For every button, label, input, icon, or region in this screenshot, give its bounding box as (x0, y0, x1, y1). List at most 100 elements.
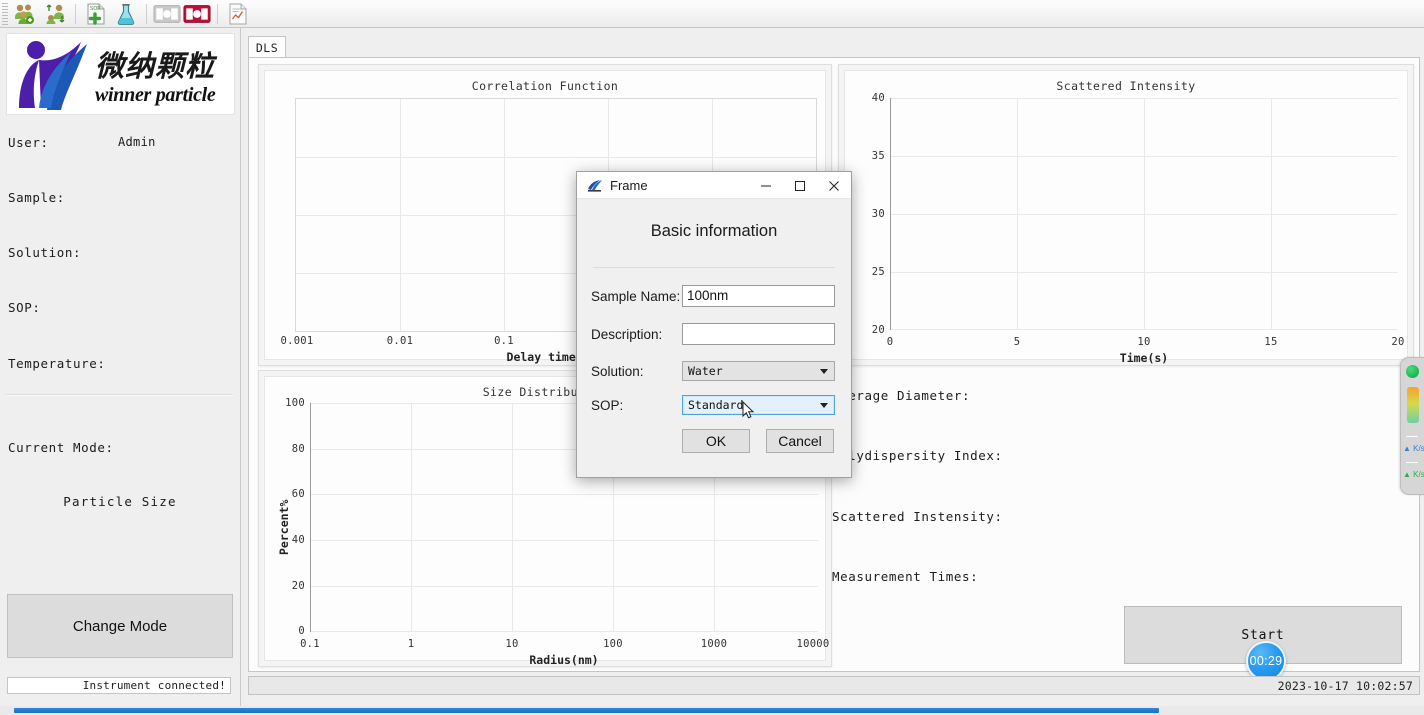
cancel-button-label: Cancel (778, 433, 822, 449)
xtick-correlation: 0.001 (280, 335, 313, 347)
ytick-scattered: 40 (859, 92, 885, 104)
tab-dls[interactable]: DLS (248, 36, 286, 58)
xtick-scattered: 15 (1264, 336, 1277, 348)
timer-badge: 00:29 (1246, 641, 1286, 681)
toolbar-separator (75, 4, 76, 24)
gridline-v (411, 403, 412, 632)
sample-name-input[interactable]: 100nm (682, 285, 835, 307)
close-icon[interactable] (817, 172, 851, 199)
upload-speed-label: K/s (1413, 444, 1424, 453)
ytick-size: 20 (275, 580, 305, 592)
change-mode-label: Change Mode (73, 618, 167, 635)
chart-title-correlation: Correlation Function (265, 79, 825, 93)
chevron-down-icon (820, 403, 828, 408)
toolbar-group-users (8, 1, 72, 26)
bottom-progress-fill (14, 708, 1159, 713)
result-label-scattered-intensity: Scattered Instensity: (832, 509, 1003, 524)
ytick-scattered: 25 (859, 266, 885, 278)
sidebar-label-sample: Sample: (8, 190, 65, 205)
ok-button-label: OK (706, 433, 726, 449)
chevron-down-icon (820, 369, 828, 374)
timer-text: 00:29 (1250, 654, 1283, 668)
gridline-v (1017, 98, 1018, 330)
gridline-v (504, 99, 505, 331)
sidebar-divider (6, 394, 233, 396)
upload-speed-row: ▲ K/s (1403, 444, 1424, 453)
status-bar: 2023-10-17 10:02:57 (248, 676, 1420, 695)
bottom-progress-bar[interactable] (0, 706, 1424, 715)
gridline-v (512, 403, 513, 632)
xtick-scattered: 10 (1137, 336, 1150, 348)
cancel-button[interactable]: Cancel (766, 429, 834, 453)
network-speed-widget[interactable]: ▲ K/s ▲ K/s (1400, 357, 1424, 495)
status-indicator-icon (1406, 365, 1419, 378)
chart-panel-scattered-intensity: Scattered Intensity 40 35 30 25 20 (838, 64, 1414, 366)
tab-strip: DLS (248, 36, 1420, 58)
solution-value: Water (688, 364, 723, 378)
gridline-h (296, 157, 816, 158)
cell-gray-icon[interactable] (152, 0, 182, 27)
yaxis-line-size (310, 403, 311, 632)
result-label-average-diameter: Average Diameter: (832, 388, 970, 403)
gridline-h (310, 631, 818, 632)
xtick-correlation: 0.1 (494, 335, 514, 347)
gauge-tick (1406, 436, 1418, 437)
sop-label: SOP: (591, 398, 623, 413)
toolbar-group-cells (150, 1, 214, 26)
xtick-size: 10 (505, 638, 518, 650)
sidebar-label-current-mode: Current Mode: (8, 440, 114, 455)
ytick-scattered: 30 (859, 208, 885, 220)
logo-text-en: winner particle (95, 84, 216, 107)
chart-canvas-scattered-intensity: Scattered Intensity 40 35 30 25 20 (844, 70, 1408, 360)
sop-dropdown[interactable]: Standard (682, 395, 835, 415)
ytick-scattered: 35 (859, 150, 885, 162)
main-toolbar: SOP (0, 0, 1424, 28)
ytick-scattered: 20 (859, 324, 885, 336)
minimize-icon[interactable] (749, 172, 783, 199)
dialog-title-text: Frame (610, 178, 648, 193)
user-switch-icon[interactable] (40, 0, 70, 27)
download-speed-label: K/s (1413, 470, 1424, 479)
description-input[interactable] (682, 323, 835, 345)
description-label: Description: (591, 327, 662, 342)
dialog-window-controls (749, 172, 851, 199)
gridline-h (310, 494, 818, 495)
sample-name-value: 100nm (687, 288, 728, 303)
sidebar-value-user: Admin (118, 135, 156, 149)
xtick-size: 1000 (701, 638, 728, 650)
sidebar-label-solution: Solution: (8, 245, 81, 260)
cell-red-icon[interactable] (182, 0, 212, 27)
report-icon[interactable] (223, 0, 253, 27)
ytick-size: 100 (275, 397, 305, 409)
result-label-measurement-times: Measurement Times: (832, 569, 978, 584)
status-datetime: 2023-10-17 10:02:57 (1278, 679, 1419, 693)
solution-dropdown[interactable]: Water (682, 361, 835, 381)
xtick-scattered: 20 (1391, 336, 1404, 348)
flask-icon[interactable] (111, 0, 141, 27)
sop-add-icon[interactable]: SOP (81, 0, 111, 27)
dialog-title-bar[interactable]: Frame (577, 172, 851, 199)
basic-information-dialog: Frame Basic information Sample Name: 100… (576, 171, 852, 478)
solution-label: Solution: (591, 364, 644, 379)
brand-logo: 微纳颗粒 winner particle (6, 33, 235, 115)
description-row: Description: (591, 323, 662, 345)
change-mode-button[interactable]: Change Mode (7, 594, 233, 658)
maximize-icon[interactable] (783, 172, 817, 199)
sidebar-value-current-mode: Particle Size (0, 494, 240, 509)
ok-button[interactable]: OK (682, 429, 750, 453)
result-label-polydispersity-index: Polydispersity Index: (832, 448, 1003, 463)
xtick-size: 100 (603, 638, 623, 650)
connection-status-bar: Instrument connected! (7, 677, 231, 694)
sidebar-label-user: User: (8, 135, 49, 150)
xtick-scattered: 5 (1014, 336, 1021, 348)
sop-value: Standard (688, 398, 743, 412)
download-arrow-icon: ▲ (1403, 470, 1411, 479)
xaxis-label-scattered: Time(s) (1120, 351, 1168, 365)
dialog-divider (593, 267, 835, 268)
ytick-size: 80 (275, 443, 305, 455)
download-speed-row: ▲ K/s (1403, 470, 1424, 479)
xtick-size: 10000 (796, 638, 829, 650)
tab-dls-label: DLS (256, 41, 278, 55)
gauge-tick (1406, 462, 1418, 463)
user-group-icon[interactable] (10, 0, 40, 27)
